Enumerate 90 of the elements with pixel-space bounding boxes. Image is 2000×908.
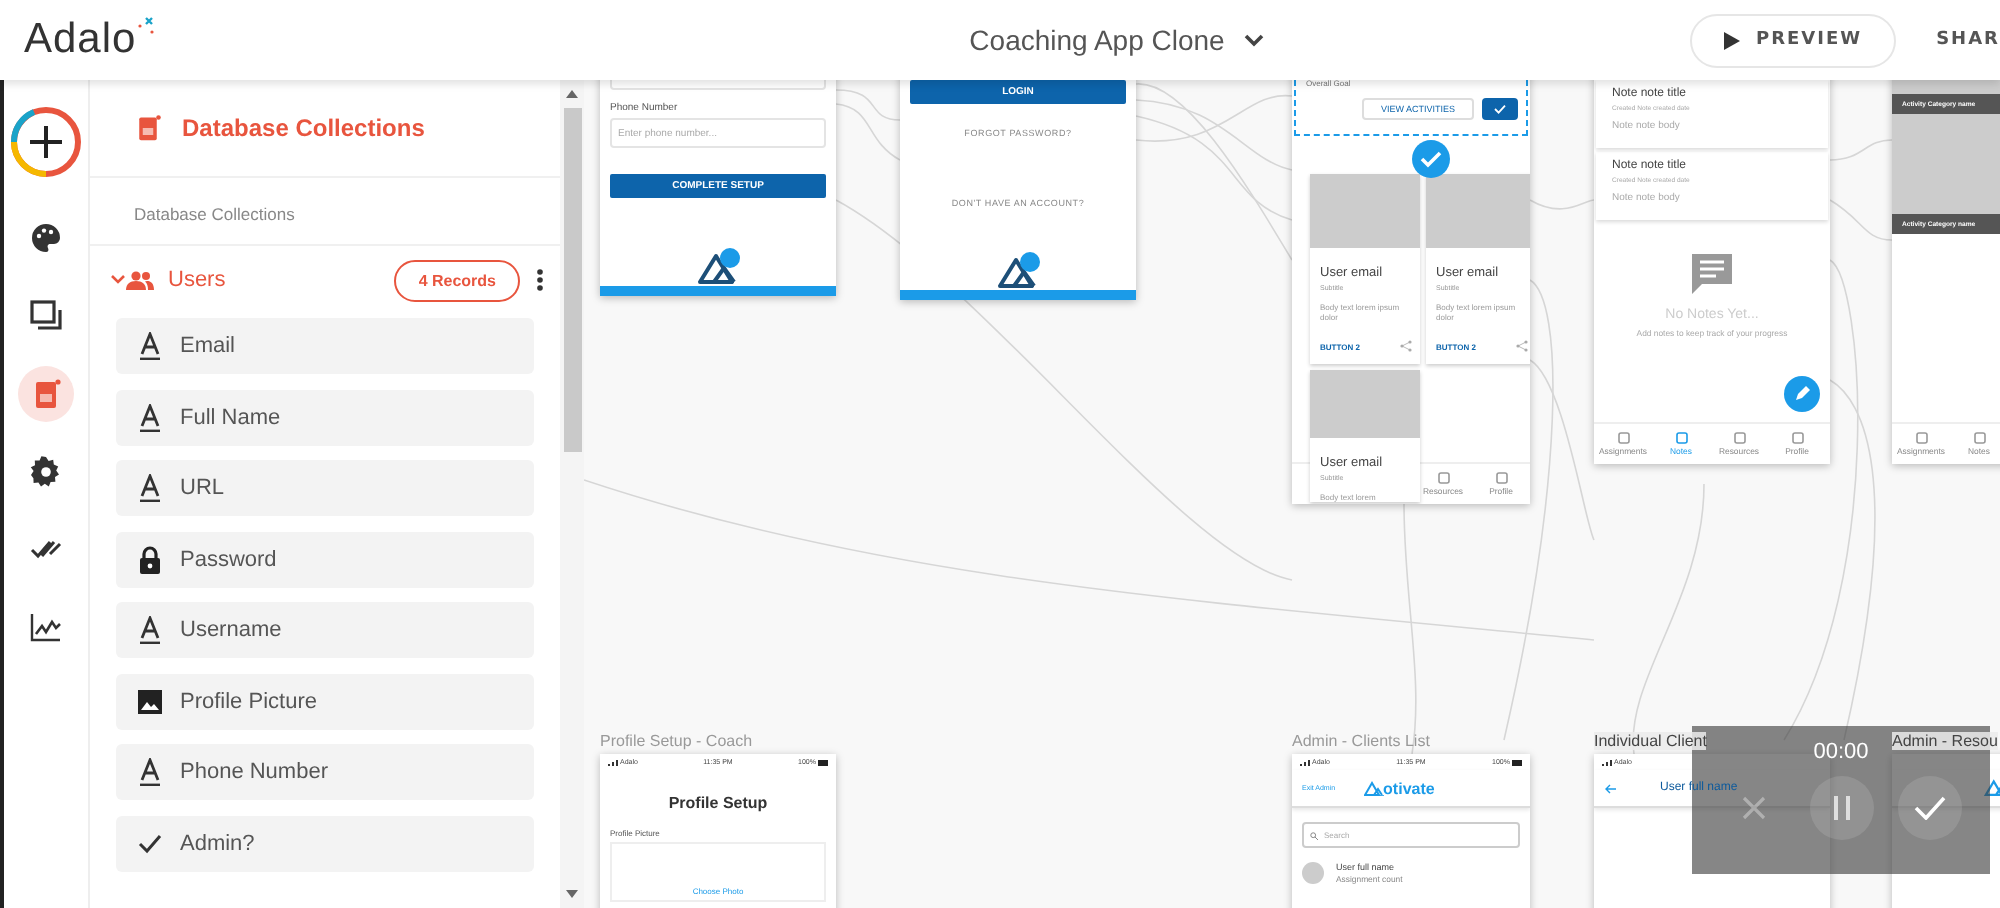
check-icon [138,829,162,857]
property-item[interactable]: Full Name [116,389,534,445]
property-item[interactable]: Admin? [116,815,534,871]
nav-icon [1973,432,1985,444]
sidebar-tool-button[interactable] [8,104,84,180]
sparkle-icon [136,16,157,36]
app-logo: otivate [1383,779,1435,797]
chevron-down-icon[interactable] [1244,32,1265,48]
battery-icon [817,759,828,765]
avatar [1302,862,1324,884]
property-item[interactable]: Phone Number [116,744,534,800]
database-icon [134,112,162,144]
back-arrow-icon[interactable] [1604,783,1616,793]
check-icon [1913,796,1945,820]
text-property-icon [138,758,162,786]
property-name: Password [180,547,277,571]
phone-screen[interactable] [1892,754,2000,908]
text-property-icon [138,332,162,360]
search-icon [1310,831,1318,839]
property-name: Phone Number [180,760,328,784]
share-icon[interactable] [1400,340,1412,352]
property-name: URL [180,476,225,500]
nav-icon [1915,432,1927,444]
text-property-icon [138,403,162,431]
image-placeholder [1310,370,1420,438]
property-item[interactable]: Password [116,531,534,587]
property-name: Username [180,618,282,642]
nav-icon [1791,432,1803,444]
screen-heading: Profile Setup [666,794,770,812]
add-note-button[interactable] [1784,376,1820,412]
text-property-icon [138,474,162,502]
mountain-logo-icon [1363,780,1384,796]
mountain-logo-icon [994,252,1042,288]
app-title[interactable]: Coaching App Clone [969,24,1225,56]
users-icon [126,270,154,290]
pencil-icon [1794,386,1810,402]
check-icon [1494,104,1506,114]
property-name: Full Name [180,405,281,429]
more-icon[interactable] [536,268,544,292]
image-placeholder [1426,174,1530,248]
confirm-button[interactable] [1482,98,1518,120]
signal-icon [608,759,618,765]
preview-button[interactable]: PREVIEW [1690,13,1897,67]
check-circle-icon [1412,140,1450,178]
property-item[interactable]: Email [116,318,534,374]
property-item[interactable]: URL [116,460,534,516]
add-icon [8,104,84,180]
pause-icon [1831,794,1851,822]
records-button[interactable]: 4 Records [394,259,520,301]
close-icon [1739,794,1767,822]
panel-title: Database Collections [182,114,425,142]
settings-icon [30,456,62,488]
database-icon [30,378,62,410]
screen-label: Admin - Clients List [1292,732,1430,750]
scroll-down-icon[interactable] [566,890,578,898]
chart-icon [30,612,62,644]
image-icon [138,687,162,715]
nav-icon [1675,432,1687,444]
lock-icon [138,545,162,573]
palette-icon [30,222,62,254]
property-name: Profile Picture [180,689,317,713]
battery-icon [1511,759,1522,765]
property-name: Email [180,334,236,358]
signal-icon [1602,759,1612,765]
confirm-button[interactable] [1897,776,1961,840]
pause-button[interactable] [1809,776,1873,840]
scroll-up-icon[interactable] [566,90,578,98]
comment-icon [1690,252,1734,296]
property-item[interactable]: Username [116,602,534,658]
screen-label: Admin - Resou [1892,732,1998,750]
nav-icon [1495,472,1507,484]
screens-icon [30,300,62,332]
share-button[interactable]: SHAR [1936,30,2000,50]
property-name: Admin? [180,831,255,855]
image-placeholder [1310,174,1420,248]
share-icon[interactable] [1516,340,1528,352]
phone-screen[interactable] [1594,80,1830,464]
collection-name[interactable]: Users [168,268,395,292]
signal-icon [1300,759,1310,765]
mountain-logo-icon [694,248,742,284]
nav-icon [1733,432,1745,444]
scrollbar-thumb[interactable] [563,108,581,452]
image-placeholder [1892,114,2000,214]
screen-label: Profile Setup - Coach [600,732,753,750]
nav-icon [1437,472,1449,484]
text-property-icon [138,616,162,644]
app-logo: Adalo [24,16,137,64]
play-icon [1724,31,1740,49]
nav-icon [1617,432,1629,444]
property-item[interactable]: Profile Picture [116,673,534,729]
